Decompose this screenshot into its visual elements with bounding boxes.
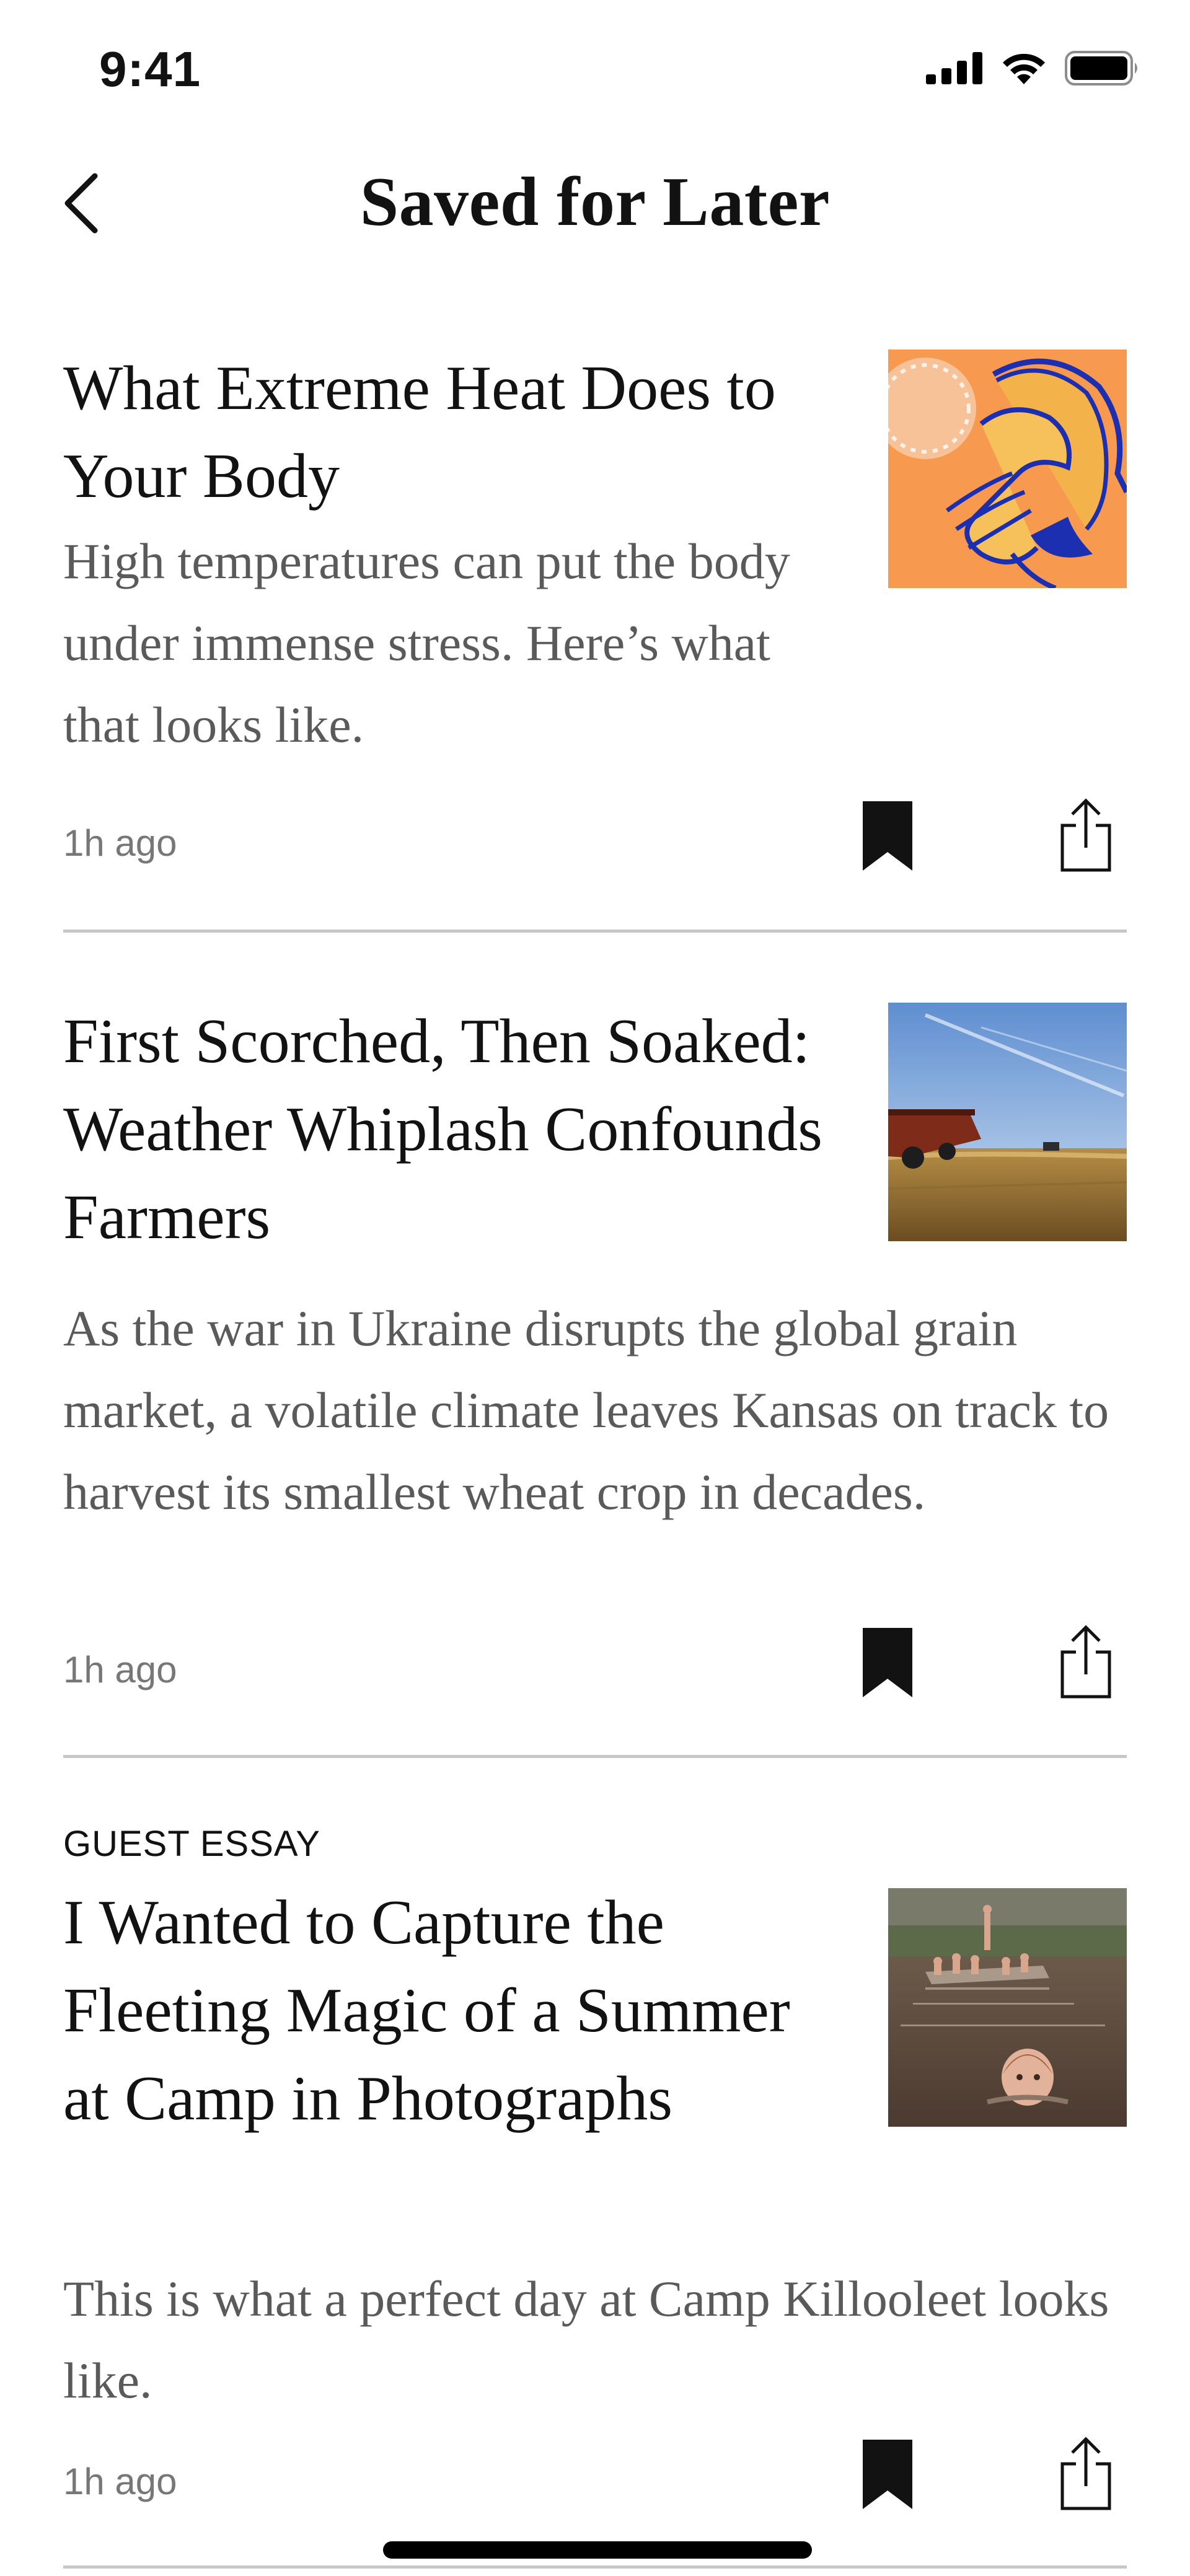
- status-icons: [926, 51, 1140, 89]
- article-summary: High temperatures can put the body under…: [63, 533, 790, 753]
- article-thumbnail[interactable]: [888, 349, 1127, 588]
- article-card[interactable]: GUEST ESSAY I Wanted to Capture the Flee…: [63, 1755, 1127, 2569]
- article-headline[interactable]: What Extreme Heat Does to Your Body: [63, 345, 832, 521]
- bookmark-button[interactable]: [850, 797, 925, 877]
- article-thumbnail[interactable]: [888, 1003, 1127, 1241]
- article-timestamp: 1h ago: [63, 1649, 177, 1690]
- battery-icon: [1065, 51, 1140, 89]
- article-summary: As the war in Ukraine disrupts the globa…: [63, 1300, 1109, 1520]
- bookmark-filled-icon: [863, 801, 912, 874]
- article-timestamp: 1h ago: [63, 822, 177, 864]
- page-title: Saved for Later: [359, 164, 831, 240]
- wifi-icon: [1000, 51, 1047, 89]
- article-card[interactable]: What Extreme Heat Does to Your Body High…: [63, 335, 1127, 933]
- article-summary: This is what a perfect day at Camp Killo…: [63, 2270, 1109, 2409]
- cellular-signal-icon: [926, 52, 983, 87]
- bookmark-filled-icon: [863, 1627, 912, 1700]
- share-button[interactable]: [1049, 796, 1123, 876]
- bookmark-button[interactable]: [850, 2435, 925, 2516]
- article-thumbnail[interactable]: [888, 1888, 1127, 2127]
- article-headline[interactable]: First Scorched, Then Soaked: Weather Whi…: [63, 998, 863, 1262]
- share-button[interactable]: [1049, 2434, 1123, 2515]
- share-button[interactable]: [1049, 1622, 1123, 1703]
- article-timestamp: 1h ago: [63, 2461, 177, 2502]
- bookmark-button[interactable]: [850, 1624, 925, 1704]
- share-icon: [1060, 1624, 1112, 1702]
- status-bar: 9:41: [0, 0, 1190, 143]
- home-indicator[interactable]: [383, 2541, 812, 2559]
- share-icon: [1060, 2435, 1112, 2514]
- article-headline[interactable]: I Wanted to Capture the Fleeting Magic o…: [63, 1879, 813, 2143]
- article-card[interactable]: First Scorched, Then Soaked: Weather Whi…: [63, 930, 1127, 1758]
- bookmark-filled-icon: [863, 2439, 912, 2512]
- share-icon: [1060, 797, 1112, 876]
- status-time: 9:41: [99, 42, 201, 97]
- article-kicker: GUEST ESSAY: [63, 1824, 320, 1864]
